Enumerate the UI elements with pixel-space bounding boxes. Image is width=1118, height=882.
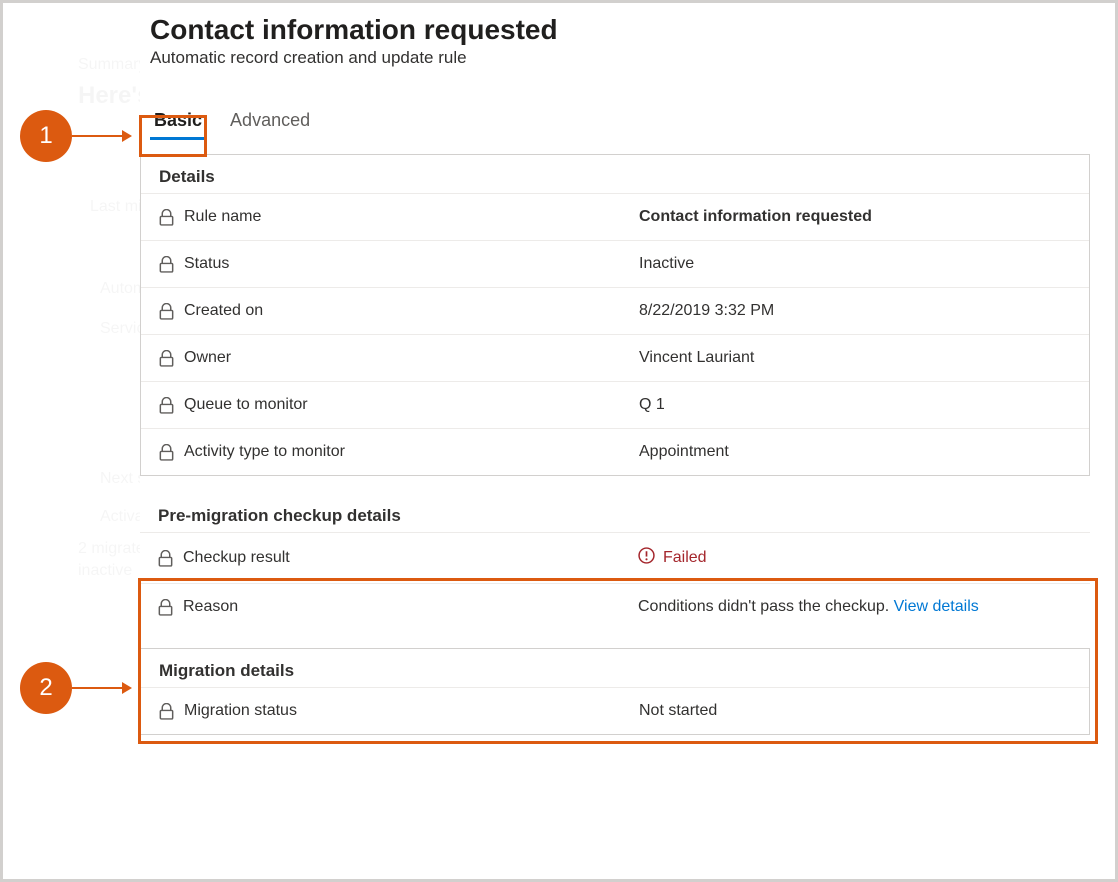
lock-icon [159,350,174,367]
lock-icon [158,550,173,567]
created-on-label: Created on [184,302,263,320]
queue-label: Queue to monitor [184,396,308,414]
row-rule-name: Rule name Contact information requested [141,193,1089,240]
rule-name-value: Contact information requested [639,208,1071,226]
activity-type-value: Appointment [639,443,1071,461]
lock-icon [159,256,174,273]
reason-label: Reason [183,598,238,616]
row-migration-status: Migration status Not started [141,687,1089,734]
callout-arrow-2 [72,687,130,689]
premigration-card: Pre-migration checkup details Checkup re… [140,494,1090,630]
lock-icon [159,444,174,461]
page-subtitle: Automatic record creation and update rul… [150,48,1100,68]
owner-label: Owner [184,349,231,367]
lock-icon [159,209,174,226]
checkup-result-value: Failed [638,547,1072,569]
row-owner: Owner Vincent Lauriant [141,334,1089,381]
row-status: Status Inactive [141,240,1089,287]
tab-basic[interactable]: Basic [150,106,206,140]
lock-icon [159,303,174,320]
migration-status-label: Migration status [184,702,297,720]
owner-value: Vincent Lauriant [639,349,1071,367]
created-on-value: 8/22/2019 3:32 PM [639,302,1071,320]
tab-advanced[interactable]: Advanced [226,106,314,140]
row-created-on: Created on 8/22/2019 3:32 PM [141,287,1089,334]
row-activity-type: Activity type to monitor Appointment [141,428,1089,475]
row-checkup-result: Checkup result Failed [140,532,1090,583]
migration-status-value: Not started [639,702,1071,720]
callout-badge-2: 2 [20,662,72,714]
row-reason: Reason Conditions didn't pass the checku… [140,583,1090,630]
tab-strip: Basic Advanced [150,106,1100,140]
queue-value: Q 1 [639,396,1071,414]
migration-card: Migration details Migration status Not s… [140,648,1090,735]
details-card: Details Rule name Contact information re… [140,154,1090,476]
premigration-section-title: Pre-migration checkup details [140,494,1090,532]
underlay-text: inactive [78,562,132,580]
lock-icon [159,397,174,414]
rule-name-label: Rule name [184,208,261,226]
row-queue: Queue to monitor Q 1 [141,381,1089,428]
error-icon [638,547,655,569]
callout-badge-1: 1 [20,110,72,162]
migration-section-title: Migration details [141,649,1089,687]
details-section-title: Details [141,155,1089,193]
callout-arrow-1 [72,135,130,137]
reason-value: Conditions didn't pass the checkup. View… [638,598,1072,616]
underlay-text: Summary [78,56,146,74]
checkup-result-label: Checkup result [183,549,290,567]
activity-type-label: Activity type to monitor [184,443,345,461]
page-title: Contact information requested [150,14,1100,46]
status-value: Inactive [639,255,1071,273]
lock-icon [159,703,174,720]
status-label: Status [184,255,229,273]
record-panel: Contact information requested Automatic … [140,14,1100,753]
view-details-link[interactable]: View details [894,598,979,615]
lock-icon [158,599,173,616]
